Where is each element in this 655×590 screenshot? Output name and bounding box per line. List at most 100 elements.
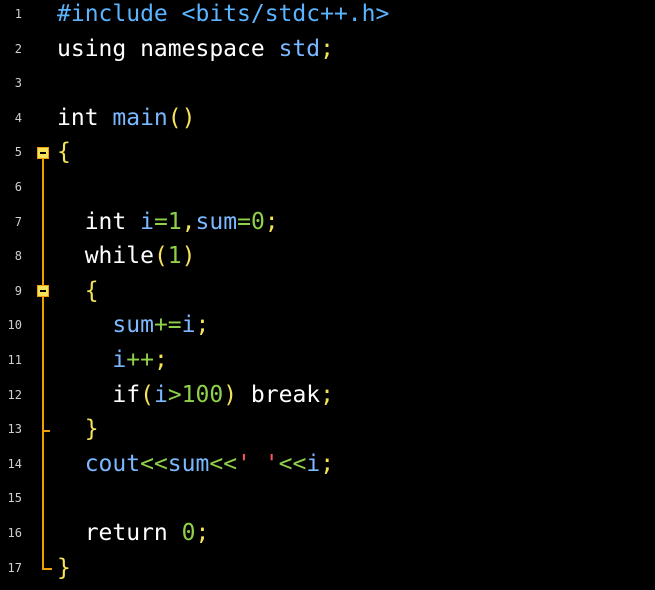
code-text: } — [57, 551, 71, 586]
code-line[interactable]: 17} — [0, 551, 655, 586]
code-token: if — [57, 381, 141, 408]
code-text: i++; — [57, 343, 168, 378]
line-number: 1 — [14, 7, 22, 21]
code-token: = — [237, 208, 251, 235]
code-line[interactable]: 14 cout<<sum<<' '<<i; — [0, 447, 655, 482]
code-line[interactable]: 6 — [0, 170, 655, 205]
code-token: += — [153, 312, 182, 339]
code-line[interactable]: 7 int i=1,sum=0; — [0, 205, 655, 240]
code-token: ) — [181, 243, 196, 270]
line-number: 4 — [14, 110, 22, 125]
line-number: 12 — [7, 387, 22, 402]
code-text: } — [57, 412, 99, 447]
line-number: 6 — [14, 180, 22, 194]
code-token: i — [181, 312, 196, 339]
fold-toggle-icon[interactable] — [37, 285, 49, 298]
line-number: 17 — [7, 560, 22, 575]
line-number: 2 — [14, 41, 22, 56]
code-token: ) — [223, 381, 251, 408]
code-token: i — [57, 347, 127, 373]
code-token: break — [250, 381, 321, 408]
code-line[interactable]: 13 } — [0, 412, 655, 447]
code-token: 100 — [181, 381, 224, 408]
line-number: 16 — [7, 526, 22, 540]
code-token: sum — [195, 208, 238, 235]
code-line[interactable]: 12 if(i>100) break; — [0, 378, 655, 413]
code-token: ( — [153, 243, 168, 270]
code-token: #include <bits/stdc++.h> — [57, 1, 390, 27]
code-line[interactable]: 3 — [0, 66, 655, 101]
code-line[interactable]: 11 i++; — [0, 343, 655, 378]
code-token: sum — [167, 450, 210, 477]
code-line[interactable]: 2 using namespace std; — [0, 32, 655, 67]
fold-toggle-icon[interactable] — [37, 146, 49, 159]
code-line[interactable]: 4 int main() — [0, 101, 655, 136]
code-token: ; — [264, 208, 279, 235]
code-token: << — [209, 450, 238, 477]
code-text: sum+=i; — [57, 308, 209, 343]
code-line[interactable]: 16 return 0; — [0, 516, 655, 551]
code-token: i — [153, 381, 168, 408]
code-text: while(1) — [57, 239, 196, 274]
code-token: ' — [237, 450, 251, 477]
code-token: 0 — [181, 520, 196, 546]
code-token: return — [57, 520, 182, 546]
code-token: > — [167, 381, 182, 408]
code-text: int i=1,sum=0; — [57, 205, 279, 240]
code-token: i — [140, 208, 154, 235]
code-token: ++ — [126, 347, 154, 373]
code-editor[interactable]: 1 #include <bits/stdc++.h> 2 using namespac… — [0, 0, 655, 590]
line-number: 3 — [14, 76, 22, 91]
code-token: ; — [153, 347, 168, 373]
code-token: 1 — [167, 243, 182, 270]
line-number: 13 — [7, 422, 22, 437]
code-text: { — [57, 135, 71, 170]
code-token: } — [57, 554, 71, 581]
line-number: 7 — [14, 214, 22, 229]
code-token: << — [140, 450, 168, 477]
code-line[interactable]: 9 { — [0, 274, 655, 309]
code-token: << — [278, 450, 307, 477]
code-token: () — [167, 104, 196, 131]
code-token: int — [57, 208, 141, 235]
code-token: ; — [195, 312, 210, 339]
code-token: ; — [320, 381, 335, 408]
code-text: #include <bits/stdc++.h> — [57, 0, 389, 32]
fold-end-marker — [42, 429, 50, 432]
line-number: 14 — [7, 456, 22, 471]
code-token: ' — [264, 450, 279, 477]
code-token: cout — [57, 450, 141, 477]
line-number: 11 — [7, 353, 22, 367]
code-token: using namespace — [57, 35, 279, 62]
code-line[interactable]: 5{ — [0, 135, 655, 170]
code-token: , — [181, 208, 196, 235]
code-token: { — [57, 139, 71, 166]
line-number: 8 — [14, 249, 22, 264]
code-token: sum — [57, 312, 154, 339]
code-token: = — [153, 208, 168, 235]
code-token: ; — [320, 450, 335, 477]
code-token: ( — [140, 381, 154, 408]
code-token: } — [57, 416, 99, 443]
code-token: ; — [320, 35, 334, 62]
code-token: 0 — [250, 208, 265, 235]
code-text: int main() — [57, 101, 195, 136]
code-text: { — [57, 274, 99, 309]
code-text: cout<<sum<<' '<<i; — [57, 447, 334, 482]
code-text: if(i>100) break; — [57, 378, 334, 413]
line-number: 5 — [14, 145, 22, 160]
code-line[interactable]: 1 #include <bits/stdc++.h> — [0, 0, 655, 32]
code-line[interactable]: 15 — [0, 481, 655, 516]
code-token: ; — [195, 520, 210, 546]
code-text: using namespace std; — [57, 32, 334, 67]
code-token: { — [57, 277, 99, 304]
line-number: 15 — [7, 491, 22, 506]
code-token: int — [57, 104, 113, 131]
code-token: 1 — [167, 208, 182, 235]
code-token: std — [278, 35, 321, 62]
code-line[interactable]: 10 sum+=i; — [0, 308, 655, 343]
line-number: 9 — [14, 283, 22, 298]
fold-guide-line — [42, 158, 44, 568]
code-line[interactable]: 8 while(1) — [0, 239, 655, 274]
